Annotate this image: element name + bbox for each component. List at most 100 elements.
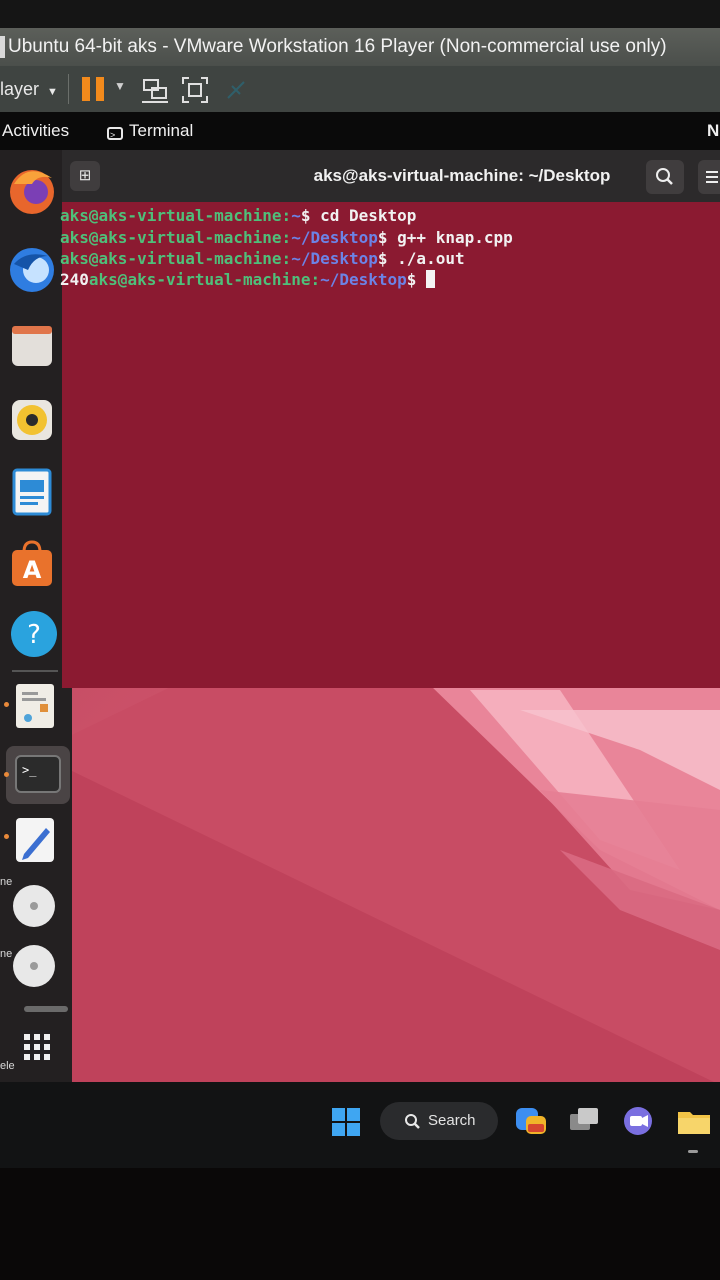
network-devices-icon — [142, 79, 168, 103]
dock-rhythmbox[interactable] — [8, 394, 60, 446]
prompt-user-host: aks@aks-virtual-machine: — [60, 249, 292, 268]
prompt-user-host: aks@aks-virtual-machine: — [88, 270, 321, 289]
search-label: Search — [428, 1112, 476, 1129]
pause-icon — [82, 77, 90, 101]
prompt-path: ~/Desktop — [291, 228, 378, 247]
prompt-symbol: $ — [377, 228, 388, 247]
unity-mode-button[interactable] — [224, 78, 248, 102]
pause-dropdown-icon[interactable]: ▼ — [114, 79, 126, 93]
prompt-path: ~/Desktop — [320, 270, 407, 289]
dock-app-center[interactable]: A — [8, 538, 60, 590]
taskbar-task-view[interactable] — [566, 1104, 602, 1138]
svg-text:A: A — [23, 556, 42, 584]
dock-optical-drive-1[interactable] — [8, 880, 60, 932]
host-side-text: ne — [0, 948, 13, 960]
chevron-down-icon: ▼ — [47, 86, 58, 98]
toolbar-divider — [68, 74, 69, 104]
unity-icon — [227, 81, 245, 99]
fullscreen-icon — [182, 77, 208, 103]
dock-separator — [24, 1006, 68, 1012]
terminal-search-button[interactable] — [646, 160, 684, 194]
svg-text:>_: >_ — [22, 763, 37, 777]
windows-start-button[interactable] — [330, 1106, 362, 1138]
dock-firefox[interactable] — [8, 164, 60, 216]
app-menu-terminal[interactable]: > Terminal — [107, 112, 193, 150]
chat-icon — [624, 1107, 652, 1135]
prompt-user-host: aks@aks-virtual-machine: — [60, 206, 292, 225]
terminal-line: 240aks@aks-virtual-machine:~/Desktop$ — [60, 269, 436, 290]
search-icon — [405, 1114, 420, 1129]
dock-separator — [12, 670, 58, 672]
vmware-title-bar: Ubuntu 64-bit aks - VMware Workstation 1… — [0, 28, 720, 66]
thunderbird-icon — [10, 248, 54, 292]
monitor-bezel-bottom — [0, 1168, 720, 1280]
disc-icon — [13, 945, 55, 987]
command-text: cd Desktop — [310, 206, 417, 225]
running-indicator — [4, 772, 9, 777]
host-side-text: ne — [0, 876, 13, 888]
terminal-menu-button[interactable] — [698, 160, 720, 194]
widgets-icon — [516, 1108, 546, 1134]
dock-text-editor[interactable] — [8, 814, 60, 866]
terminal-icon: > — [107, 127, 123, 140]
prompt-path: ~ — [291, 206, 301, 225]
monitor-bezel-top — [0, 0, 720, 28]
topbar-right-text: N — [707, 121, 720, 140]
new-tab-button[interactable]: ⊞ — [70, 161, 100, 191]
pencil-icon — [16, 818, 54, 862]
vmware-window-title: Ubuntu 64-bit aks - VMware Workstation 1… — [8, 36, 667, 57]
document-icon — [12, 468, 52, 516]
ubuntu-top-bar: Activities > Terminal N — [0, 112, 720, 150]
player-menu-label: layer — [0, 79, 40, 99]
shopping-bag-icon: A — [12, 540, 52, 586]
dock-optical-drive-2[interactable] — [8, 940, 60, 992]
folder-icon — [678, 1112, 710, 1134]
terminal-line: aks@aks-virtual-machine:~/Desktop$ ./a.o… — [60, 248, 465, 269]
dock-terminal[interactable]: >_ — [14, 750, 66, 802]
terminal-output[interactable]: aks@aks-virtual-machine:~$ cd Desktop ak… — [60, 202, 720, 688]
terminal-line: aks@aks-virtual-machine:~/Desktop$ g++ k… — [60, 227, 513, 248]
firefox-icon — [10, 170, 54, 214]
network-devices-button[interactable] — [140, 75, 170, 105]
player-menu-button[interactable]: layer ▼ — [0, 66, 58, 112]
task-view-icon — [570, 1108, 598, 1130]
dock-thunderbird[interactable] — [8, 242, 60, 294]
text-cursor — [426, 270, 436, 288]
dock-text-document[interactable] — [8, 680, 60, 732]
taskbar-chat[interactable] — [620, 1104, 656, 1138]
running-indicator — [688, 1150, 698, 1153]
search-icon — [656, 168, 673, 185]
terminal-title: aks@aks-virtual-machine: ~/Desktop — [313, 166, 611, 185]
command-text: ./a.out — [387, 249, 465, 268]
disc-icon — [13, 885, 55, 927]
taskbar-file-explorer[interactable] — [676, 1104, 712, 1138]
program-output: 240 — [60, 270, 89, 289]
app-grid-icon — [24, 1034, 50, 1060]
prompt-symbol: $ — [377, 249, 388, 268]
dock-libreoffice-writer[interactable] — [8, 466, 60, 518]
svg-text:?: ? — [27, 620, 41, 650]
dock-help[interactable]: ? — [8, 608, 60, 660]
terminal-window[interactable]: ⊞ aks@aks-virtual-machine: ~/Desktop aks… — [60, 150, 720, 688]
windows-search-box[interactable]: Search — [380, 1102, 498, 1140]
activities-button[interactable]: Activities — [2, 112, 69, 150]
taskbar-widgets[interactable] — [514, 1104, 548, 1138]
app-menu-label: Terminal — [129, 121, 194, 140]
prompt-user-host: aks@aks-virtual-machine: — [60, 228, 292, 247]
help-icon: ? — [11, 611, 57, 657]
fullscreen-button[interactable] — [180, 75, 210, 105]
pause-button[interactable] — [82, 77, 106, 101]
terminal-icon: >_ — [15, 755, 61, 793]
host-side-text: ele — [0, 1060, 15, 1072]
vmware-toolbar: layer ▼ ▼ — [0, 66, 720, 112]
text-document-icon — [16, 684, 54, 728]
vmware-logo-icon — [0, 35, 5, 58]
dock-files[interactable] — [8, 320, 60, 372]
windows-taskbar: Search — [0, 1082, 720, 1168]
terminal-line: aks@aks-virtual-machine:~$ cd Desktop — [60, 205, 416, 226]
show-applications-button[interactable] — [8, 1022, 60, 1074]
prompt-path: ~/Desktop — [291, 249, 378, 268]
terminal-header-bar[interactable]: ⊞ aks@aks-virtual-machine: ~/Desktop — [62, 150, 720, 202]
command-text: g++ knap.cpp — [387, 228, 513, 247]
folder-icon — [12, 326, 52, 366]
